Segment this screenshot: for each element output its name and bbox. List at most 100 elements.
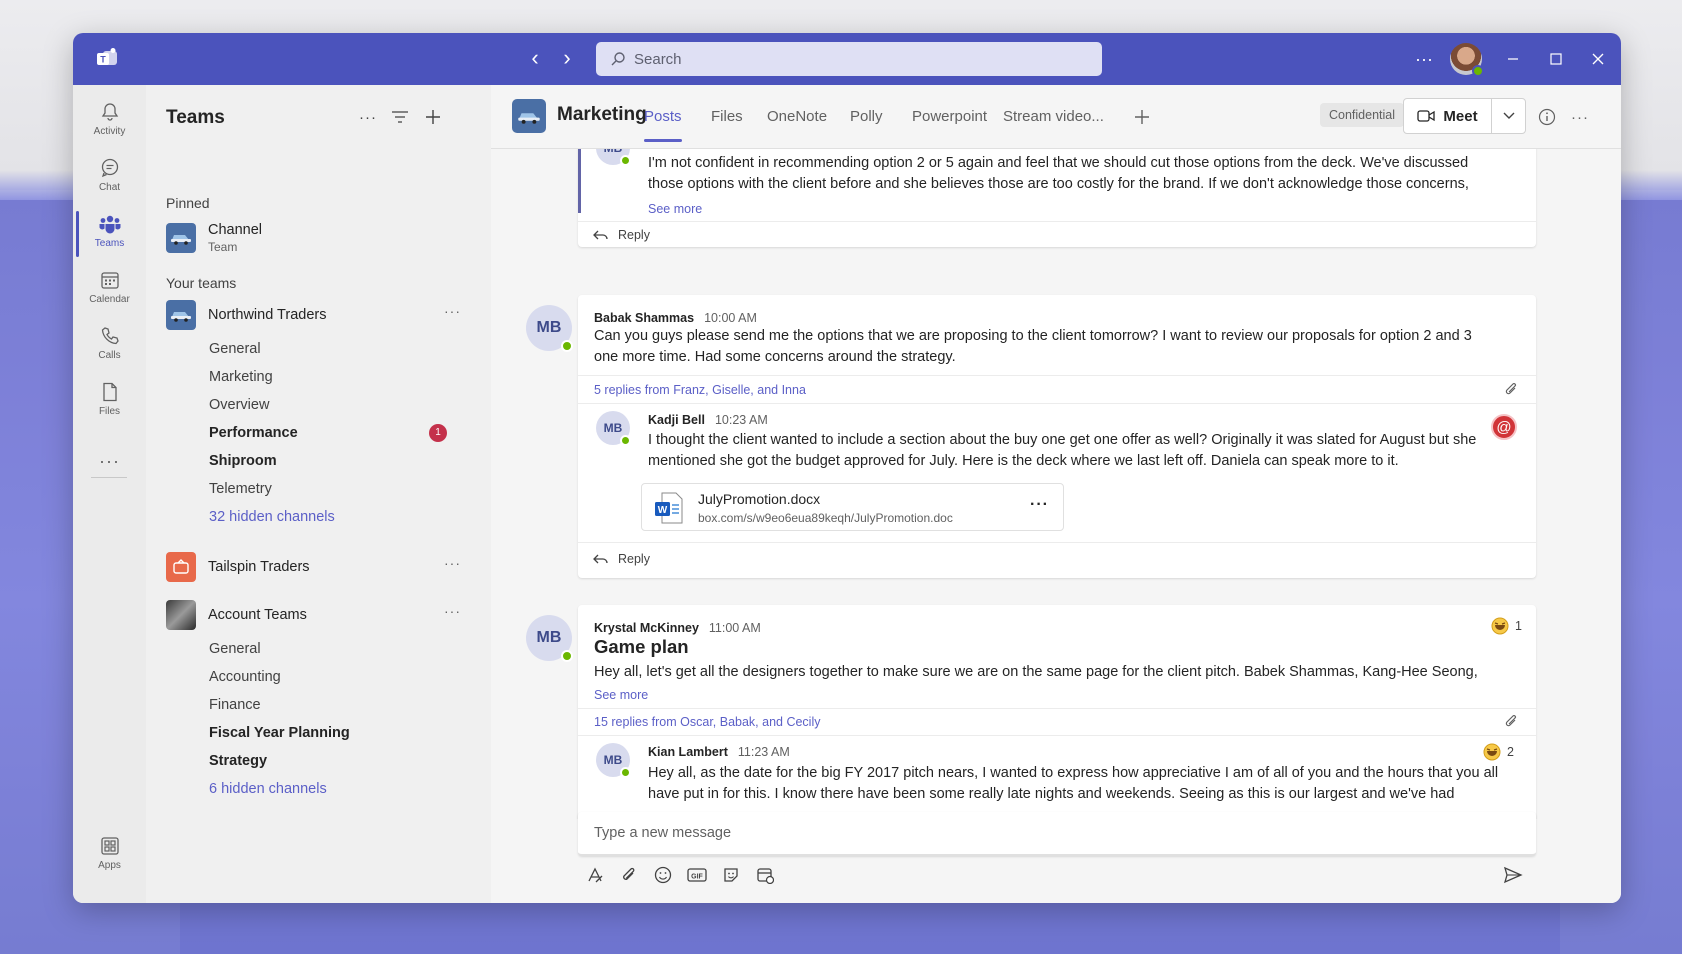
filter-icon[interactable]	[388, 105, 412, 129]
presence-available-icon	[620, 435, 631, 446]
see-more-link[interactable]: See more	[594, 688, 648, 702]
reply-button[interactable]: Reply	[592, 228, 650, 242]
reaction[interactable]: 1	[1491, 617, 1522, 635]
replies-link[interactable]: 15 replies from Oscar, Babak, and Cecily	[594, 715, 821, 729]
more-apps-icon[interactable]: ···	[73, 443, 146, 499]
video-camera-icon	[1417, 110, 1436, 122]
author-name[interactable]: Krystal McKinney	[594, 621, 699, 635]
tab-posts[interactable]: Posts	[644, 108, 682, 142]
tab-polly[interactable]: Polly	[850, 108, 883, 125]
channel-item[interactable]: Shiproom	[209, 453, 277, 469]
channel-item[interactable]: Marketing	[209, 369, 273, 385]
avatar[interactable]: MB	[526, 615, 573, 662]
rail-item-teams[interactable]: Teams	[73, 205, 146, 261]
channel-item[interactable]: Performance	[209, 425, 298, 441]
teams-list-pane: Teams ··· Pinned Channel Team Your teams…	[146, 85, 491, 903]
pinned-label: Pinned	[166, 195, 210, 211]
sticker-icon[interactable]	[714, 861, 748, 889]
reaction[interactable]: 2	[1483, 743, 1514, 761]
gif-icon[interactable]: GIF	[680, 861, 714, 889]
send-icon[interactable]	[1501, 863, 1525, 887]
message-input[interactable]	[578, 812, 1536, 854]
team-northwind-traders[interactable]: Northwind Traders ···	[166, 297, 471, 333]
message-meta: Babak Shammas 10:00 AM	[594, 309, 757, 327]
more-options-icon[interactable]: ···	[1410, 45, 1438, 73]
author-name[interactable]: Kadji Bell	[648, 413, 705, 427]
pinned-channel-team: Team	[208, 240, 238, 254]
replies-link[interactable]: 5 replies from Franz, Giselle, and Inna	[594, 383, 806, 397]
meet-button[interactable]: Meet	[1404, 99, 1492, 133]
rail-label: Calendar	[89, 294, 130, 305]
close-icon[interactable]	[1584, 45, 1612, 73]
teams-window: T ‹ › Search ··· Activity Chat Teams Cal…	[73, 33, 1621, 903]
hidden-channels-link[interactable]: 32 hidden channels	[209, 509, 335, 525]
team-tailspin-traders[interactable]: Tailspin Traders ···	[166, 549, 471, 585]
info-icon[interactable]	[1535, 105, 1559, 129]
divider	[578, 735, 1536, 736]
file-attachment[interactable]: W JulyPromotion.docx box.com/s/w9eo6eua8…	[641, 483, 1064, 531]
add-team-icon[interactable]	[421, 105, 445, 129]
bell-icon	[101, 103, 118, 121]
meet-button-group: Meet	[1403, 98, 1526, 134]
more-options-icon[interactable]: ···	[356, 105, 380, 129]
format-icon[interactable]	[578, 861, 612, 889]
search-icon	[611, 52, 625, 66]
rail-item-activity[interactable]: Activity	[73, 93, 146, 149]
car-icon	[166, 223, 196, 253]
rail-item-calendar[interactable]: Calendar	[73, 261, 146, 317]
more-options-icon[interactable]: ···	[444, 603, 461, 619]
avatar[interactable]: MB	[596, 743, 631, 778]
rail-item-files[interactable]: Files	[73, 373, 146, 429]
channel-item[interactable]: Accounting	[209, 669, 281, 685]
channel-item[interactable]: Fiscal Year Planning	[209, 725, 350, 741]
meet-dropdown[interactable]	[1492, 99, 1525, 133]
channel-view: Marketing Posts Files OneNote Polly Powe…	[491, 85, 1621, 903]
reply-button[interactable]: Reply	[592, 552, 650, 566]
schedule-meeting-icon[interactable]	[748, 861, 782, 889]
team-name: Northwind Traders	[208, 307, 327, 323]
minimize-icon[interactable]	[1499, 45, 1527, 73]
presence-available-icon	[620, 155, 631, 166]
team-account-teams[interactable]: Account Teams ···	[166, 597, 471, 633]
rail-item-chat[interactable]: Chat	[73, 149, 146, 205]
message-card: Babak Shammas 10:00 AM Can you guys pleas…	[578, 295, 1536, 578]
channel-item[interactable]: General	[209, 341, 261, 357]
channel-item[interactable]: Finance	[209, 697, 261, 713]
author-name[interactable]: Kian Lambert	[648, 745, 728, 759]
rail-item-apps[interactable]: Apps	[73, 827, 146, 883]
more-options-icon[interactable]: ···	[1568, 105, 1592, 129]
back-arrow-icon[interactable]: ‹	[525, 47, 545, 69]
tab-onenote[interactable]: OneNote	[767, 108, 827, 125]
svg-text:T: T	[100, 55, 106, 65]
pinned-channel-item[interactable]: Channel Team	[166, 217, 471, 259]
more-options-icon[interactable]: ···	[444, 555, 461, 571]
tab-stream-video[interactable]: Stream video...	[1003, 108, 1104, 125]
file-more-icon[interactable]: ···	[1030, 496, 1049, 514]
channel-item[interactable]: Strategy	[209, 753, 267, 769]
tab-files[interactable]: Files	[711, 108, 743, 125]
author-name[interactable]: Babak Shammas	[594, 311, 694, 325]
channel-item[interactable]: Telemetry	[209, 481, 272, 497]
add-tab-icon[interactable]	[1130, 105, 1154, 129]
profile-avatar[interactable]	[1450, 43, 1484, 77]
rail-item-calls[interactable]: Calls	[73, 317, 146, 373]
search-box[interactable]: Search	[596, 42, 1102, 76]
attach-icon[interactable]	[612, 861, 646, 889]
forward-arrow-icon[interactable]: ›	[557, 47, 577, 69]
sensitivity-label[interactable]: Confidential	[1320, 103, 1405, 127]
avatar[interactable]: MB	[596, 411, 631, 446]
pane-title: Teams	[166, 107, 225, 128]
channel-item[interactable]: Overview	[209, 397, 269, 413]
emoji-icon[interactable]	[646, 861, 680, 889]
see-more-link[interactable]: See more	[648, 202, 702, 216]
hidden-channels-link[interactable]: 6 hidden channels	[209, 781, 327, 797]
channel-item[interactable]: General	[209, 641, 261, 657]
avatar[interactable]: MB	[526, 305, 573, 352]
divider	[578, 542, 1536, 543]
avatar[interactable]: MB	[596, 149, 631, 166]
reply-text: I thought the client wanted to include a…	[648, 432, 1477, 469]
tab-powerpoint[interactable]: Powerpoint	[912, 108, 987, 125]
teams-icon	[99, 215, 120, 234]
more-options-icon[interactable]: ···	[444, 303, 461, 319]
maximize-icon[interactable]	[1542, 45, 1570, 73]
